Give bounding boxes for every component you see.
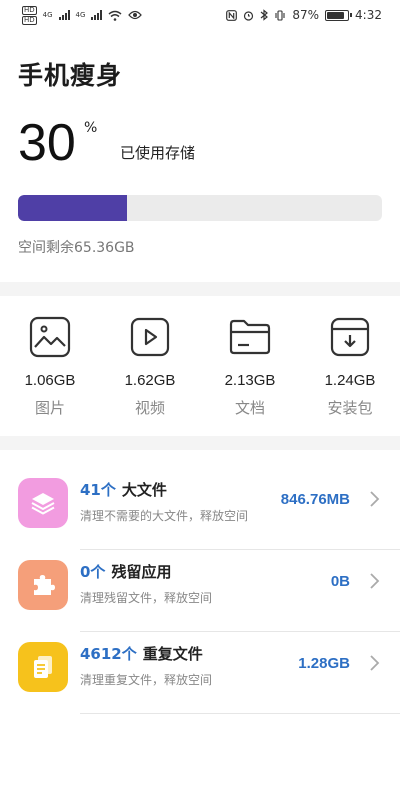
- folder-icon: [229, 319, 271, 355]
- item-count: 4612个: [80, 645, 137, 663]
- storage-usage-fill: [18, 195, 128, 221]
- layers-icon: [31, 493, 55, 515]
- duplicate-files-tile: [18, 642, 68, 692]
- list-item-large-files[interactable]: 41个 大文件 清理不需要的大文件，释放空间 846.76MB: [0, 468, 400, 550]
- category-videos[interactable]: 1.62GB 视频: [100, 300, 200, 436]
- list-item-residual-apps[interactable]: 0个 残留应用 清理残留文件，释放空间 0B: [0, 550, 400, 632]
- section-divider: [0, 282, 400, 296]
- network-type-label: 4G: [75, 11, 86, 19]
- category-name: 图片: [34, 399, 65, 417]
- battery-percent: 87%: [292, 8, 320, 22]
- clock-time: 4:32: [355, 8, 382, 22]
- package-icon: [330, 317, 370, 357]
- item-title: 残留应用: [111, 563, 172, 581]
- chevron-right-icon: [370, 573, 380, 589]
- item-description: 清理残留文件，释放空间: [80, 591, 213, 605]
- status-left: HD HD 4G 4G: [22, 5, 143, 25]
- usage-percent-unit: %: [84, 120, 98, 136]
- space-remaining: 空间剩余65.36GB: [18, 240, 135, 256]
- page-title: 手机瘦身: [18, 61, 123, 90]
- list-item-title: 0个 残留应用: [80, 561, 171, 582]
- documents-icon: [34, 656, 52, 678]
- chevron-right-icon: [370, 655, 380, 671]
- list-item-title: 4612个 重复文件: [80, 643, 203, 664]
- battery-icon: [325, 9, 353, 21]
- section-divider: [0, 436, 400, 450]
- vibrate-icon: [275, 9, 285, 21]
- category-images[interactable]: 1.06GB 图片: [0, 300, 100, 436]
- category-size: 1.06GB: [24, 372, 76, 389]
- hd-badge: HD: [22, 5, 37, 15]
- alarm-icon: [244, 10, 254, 21]
- storage-usage-bar: [18, 195, 382, 221]
- usage-label: 已使用存储: [120, 144, 196, 162]
- item-count: 41个: [80, 481, 116, 499]
- list-separator: [80, 713, 400, 714]
- item-count: 0个: [80, 563, 106, 581]
- image-icon: [29, 316, 71, 358]
- list-item-title: 41个 大文件: [80, 479, 167, 500]
- item-description: 清理不需要的大文件，释放空间: [80, 509, 249, 523]
- item-size: 846.76MB: [280, 491, 350, 508]
- bluetooth-icon: [260, 9, 269, 21]
- residual-apps-tile: [18, 560, 68, 610]
- wifi-icon: [108, 10, 122, 21]
- status-bar: HD HD 4G 4G 87% 4:32: [0, 0, 400, 30]
- item-description: 清理重复文件，释放空间: [80, 673, 213, 687]
- category-size: 2.13GB: [224, 372, 276, 389]
- signal-icon: [91, 10, 103, 20]
- nfc-icon: [226, 9, 238, 21]
- eye-icon: [128, 10, 143, 20]
- item-size: 0B: [330, 573, 350, 590]
- large-files-tile: [18, 478, 68, 528]
- item-size: 1.28GB: [298, 655, 350, 672]
- category-row: 1.06GB 图片 1.62GB 视频 2.13GB 文档 1.24GB 安装包: [0, 300, 400, 436]
- category-documents[interactable]: 2.13GB 文档: [200, 300, 300, 436]
- category-name: 文档: [234, 399, 265, 417]
- category-name: 视频: [134, 399, 165, 417]
- item-title: 大文件: [121, 481, 167, 499]
- signal-icon: [58, 10, 70, 20]
- usage-percent: 30: [18, 114, 76, 172]
- category-packages[interactable]: 1.24GB 安装包: [300, 300, 400, 436]
- category-name: 安装包: [327, 399, 373, 417]
- status-right: 87% 4:32: [226, 8, 382, 22]
- list-item-duplicate-files[interactable]: 4612个 重复文件 清理重复文件，释放空间 1.28GB: [0, 632, 400, 714]
- network-type-label: 4G: [42, 11, 53, 19]
- category-size: 1.24GB: [324, 372, 376, 389]
- hd-badges: HD HD: [22, 5, 37, 25]
- chevron-right-icon: [370, 491, 380, 507]
- category-size: 1.62GB: [124, 372, 176, 389]
- hd-badge: HD: [22, 15, 37, 25]
- video-icon: [130, 317, 170, 357]
- item-title: 重复文件: [142, 645, 203, 663]
- puzzle-icon: [34, 575, 55, 595]
